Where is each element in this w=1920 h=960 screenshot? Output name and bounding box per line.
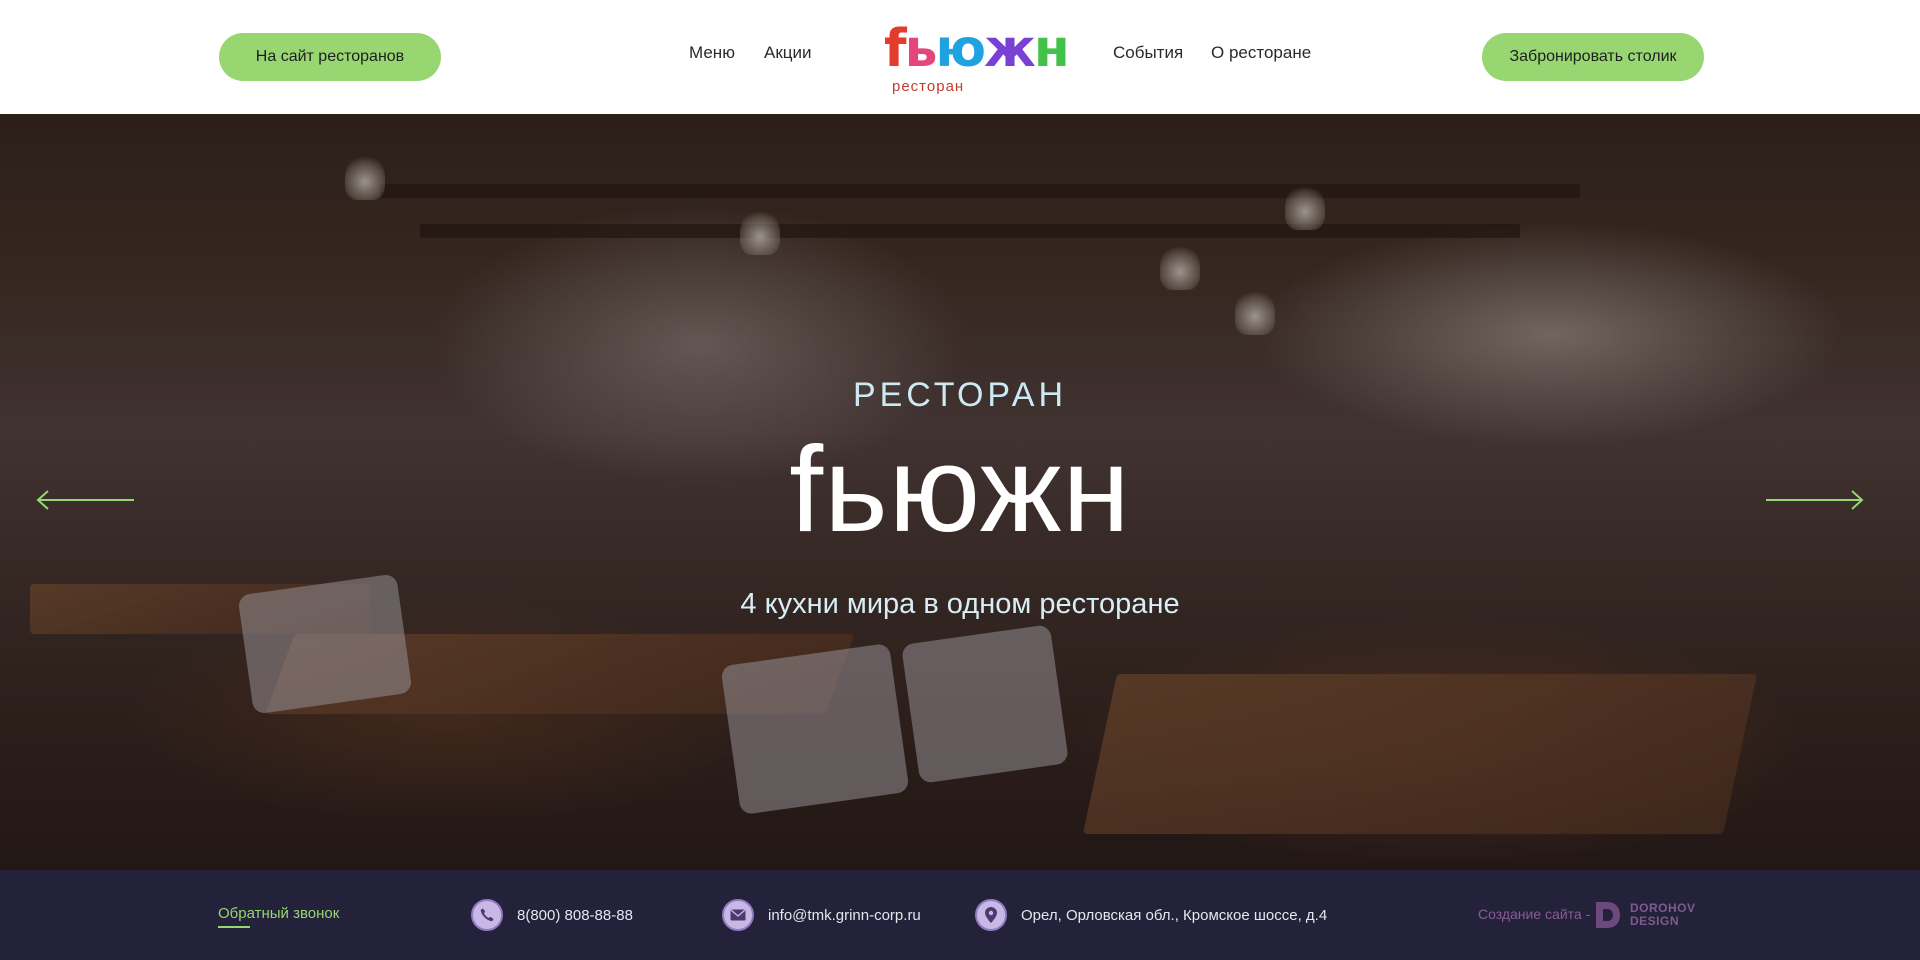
hero-title: fьюжн: [789, 421, 1131, 557]
hero-tagline: 4 кухни мира в одном ресторане: [740, 588, 1180, 620]
made-by-label: Создание сайта -: [1478, 906, 1591, 922]
book-table-button[interactable]: Забронировать столик: [1482, 33, 1704, 81]
contact-phone[interactable]: 8(800) 808-88-88: [471, 898, 633, 932]
location-pin-icon: [975, 899, 1007, 931]
hero-kicker: РЕСТОРАН: [852, 376, 1068, 414]
contact-email[interactable]: info@tmk.grinn-corp.ru: [722, 898, 921, 932]
site-logo[interactable]: fьюжн ресторан: [884, 16, 1070, 98]
nav-menu[interactable]: Меню: [689, 43, 735, 63]
address-text: Орел, Орловская обл., Кромское шоссе, д.…: [1021, 906, 1328, 924]
callback-underline: [218, 926, 250, 928]
logo-subtitle: ресторан: [892, 78, 965, 95]
developer-logo[interactable]: DOROHOV DESIGN: [1594, 898, 1696, 932]
nav-promotions[interactable]: Акции: [764, 43, 812, 63]
phone-icon: [471, 899, 503, 931]
site-header: На сайт ресторанов Меню Акции fьюжн рест…: [0, 0, 1920, 114]
developer-line2: DESIGN: [1630, 914, 1680, 928]
arrow-right-icon[interactable]: [1766, 488, 1866, 512]
contact-address[interactable]: Орел, Орловская обл., Кромское шоссе, д.…: [975, 898, 1327, 932]
nav-about[interactable]: О ресторане: [1211, 43, 1311, 63]
callback-link[interactable]: Обратный звонок: [218, 905, 339, 922]
restaurants-site-button[interactable]: На сайт ресторанов: [219, 33, 441, 81]
nav-events[interactable]: События: [1113, 43, 1183, 63]
logo-word: fьюжн: [884, 19, 1070, 79]
phone-number: 8(800) 808-88-88: [517, 906, 633, 924]
site-footer: Обратный звонок 8(800) 808-88-88 info@tm…: [0, 870, 1920, 960]
email-address: info@tmk.grinn-corp.ru: [768, 906, 921, 924]
mail-icon: [722, 899, 754, 931]
arrow-left-icon[interactable]: [34, 488, 134, 512]
developer-mark-icon: [1596, 902, 1620, 928]
hero-slider: РЕСТОРАН fьюжн 4 кухни мира в одном рест…: [0, 114, 1920, 870]
